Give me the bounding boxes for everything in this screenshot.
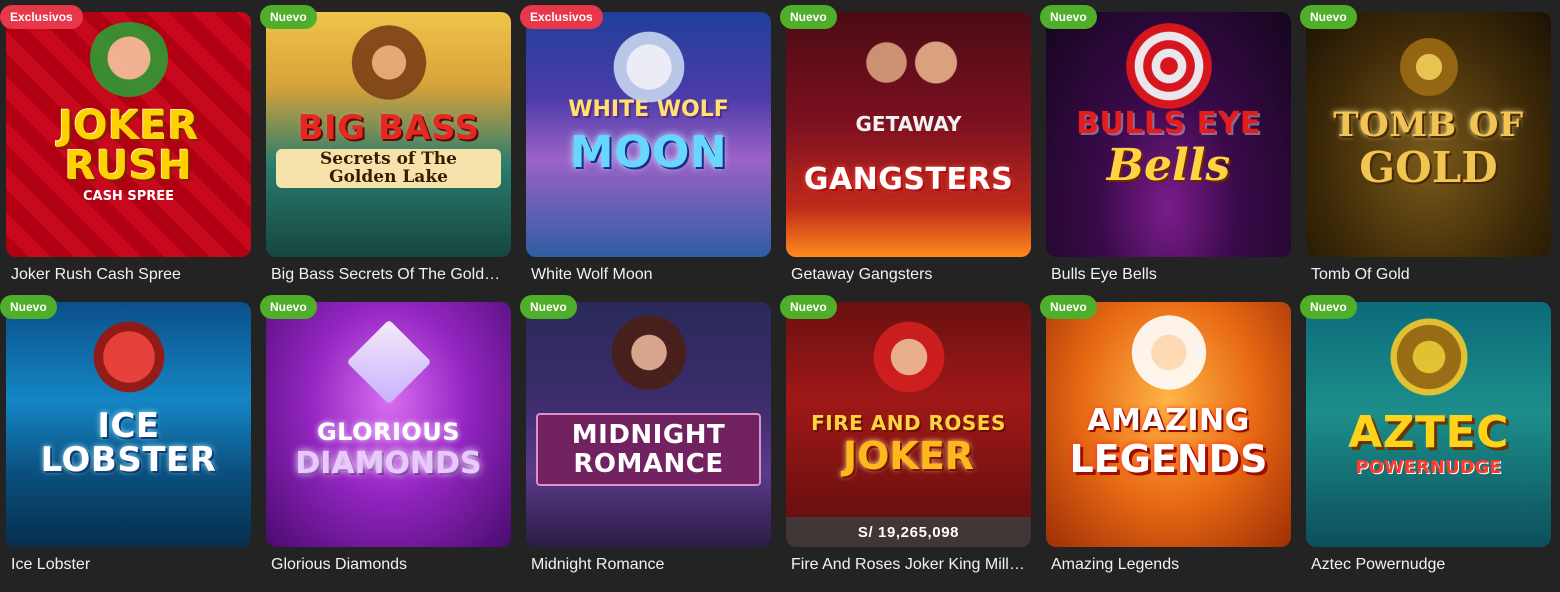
game-logo-text: AZTEC: [1348, 407, 1509, 459]
game-card-amazing-legends[interactable]: Nuevo AMAZING LEGENDS Amazing Legends: [1040, 295, 1291, 592]
game-card-glorious-diamonds[interactable]: Nuevo GLORIOUS DIAMONDS Glorious Diamond…: [260, 295, 511, 592]
fisherman-king-icon: [343, 22, 434, 112]
game-card-big-bass-secrets[interactable]: Nuevo BIG BASS Secrets of The Golden Lak…: [260, 5, 511, 302]
game-artwork: AMAZING LEGENDS: [1046, 302, 1291, 547]
game-card-bulls-eye-bells[interactable]: Nuevo BULLS EYE Bells Bulls Eye Bells: [1040, 5, 1291, 302]
game-logo-subtext: POWERNUDGE: [1355, 457, 1502, 479]
game-artwork: GLORIOUS DIAMONDS: [266, 302, 511, 547]
game-logo-subtext: Secrets of The Golden Lake: [276, 148, 501, 189]
exclusive-badge: Exclusivos: [520, 5, 603, 29]
game-artwork: BIG BASS Secrets of The Golden Lake: [266, 12, 511, 257]
game-title[interactable]: Amazing Legends: [1046, 556, 1286, 574]
game-thumbnail[interactable]: GANGSTERS GETAWAY: [786, 12, 1031, 257]
game-title[interactable]: Ice Lobster: [6, 556, 246, 574]
lobster-icon: [83, 312, 174, 402]
game-logo-subtext: Bells: [1106, 140, 1231, 192]
game-title[interactable]: Getaway Gangsters: [786, 266, 1026, 284]
game-thumbnail[interactable]: BIG BASS Secrets of The Golden Lake: [266, 12, 511, 257]
game-card-midnight-romance[interactable]: Nuevo MIDNIGHT ROMANCE Midnight Romance: [520, 295, 771, 592]
exclusive-badge: Exclusivos: [0, 5, 83, 29]
new-badge: Nuevo: [780, 295, 837, 319]
jester-figure-icon: [83, 22, 174, 112]
target-icon: [1118, 16, 1219, 116]
game-title[interactable]: Glorious Diamonds: [266, 556, 506, 574]
game-title[interactable]: Tomb Of Gold: [1306, 266, 1546, 284]
wolf-icon: [603, 22, 694, 112]
game-thumbnail[interactable]: GLORIOUS DIAMONDS: [266, 302, 511, 547]
game-artwork: AZTEC POWERNUDGE: [1306, 302, 1551, 547]
game-logo-subtext: GOLD: [1359, 143, 1498, 193]
game-logo-text: TOMB OF: [1333, 105, 1524, 146]
new-badge: Nuevo: [780, 5, 837, 29]
game-logo-text: MOON: [569, 127, 728, 179]
game-logo-text: JOKER RUSH: [58, 102, 199, 189]
game-logo-subtext: LEGENDS: [1069, 436, 1268, 481]
game-artwork: ICE LOBSTER: [6, 302, 251, 547]
game-logo-subtext: CASH SPREE: [82, 188, 175, 204]
game-card-getaway-gangsters[interactable]: Nuevo GANGSTERS GETAWAY Getaway Gangster…: [780, 5, 1031, 302]
game-logo-text: FIRE AND ROSES: [811, 410, 1006, 435]
game-thumbnail[interactable]: MOON WHITE WOLF: [526, 12, 771, 257]
game-logo-text: MIDNIGHT ROMANCE: [536, 412, 761, 487]
game-card-aztec-powernudge[interactable]: Nuevo AZTEC POWERNUDGE Aztec Powernudge: [1300, 295, 1551, 592]
game-card-white-wolf-moon[interactable]: Exclusivos MOON WHITE WOLF White Wolf Mo…: [520, 5, 771, 302]
new-badge: Nuevo: [1040, 295, 1097, 319]
new-badge: Nuevo: [260, 5, 317, 29]
game-logo-subtext: DIAMONDS: [295, 445, 482, 481]
game-thumbnail[interactable]: MIDNIGHT ROMANCE: [526, 302, 771, 547]
game-title[interactable]: White Wolf Moon: [526, 266, 766, 284]
game-artwork: GANGSTERS GETAWAY: [786, 12, 1031, 257]
game-card-fire-and-roses-joker[interactable]: Nuevo FIRE AND ROSES JOKER S/ 19,265,098…: [780, 295, 1031, 592]
game-thumbnail[interactable]: AMAZING LEGENDS: [1046, 302, 1291, 547]
game-artwork: TOMB OF GOLD: [1306, 12, 1551, 257]
game-card-joker-rush-cash-spree[interactable]: Exclusivos JOKER RUSH CASH SPREE Joker R…: [0, 5, 251, 302]
jester-queen-icon: [863, 312, 954, 402]
game-title[interactable]: Big Bass Secrets Of The Golden Lake: [266, 266, 506, 284]
gangster-couple-icon: [833, 22, 984, 112]
game-grid: Exclusivos JOKER RUSH CASH SPREE Joker R…: [0, 5, 1551, 592]
woman-portrait-icon: [603, 312, 694, 402]
game-thumbnail[interactable]: JOKER RUSH CASH SPREE: [6, 12, 251, 257]
game-title[interactable]: Bulls Eye Bells: [1046, 266, 1286, 284]
new-badge: Nuevo: [520, 295, 577, 319]
game-logo-text: BULLS EYE: [1076, 106, 1261, 142]
game-artwork: MOON WHITE WOLF: [526, 12, 771, 257]
game-title[interactable]: Midnight Romance: [526, 556, 766, 574]
aztec-mask-icon: [1383, 312, 1474, 402]
cobra-emblem-icon: [1383, 22, 1474, 112]
game-thumbnail[interactable]: BULLS EYE Bells: [1046, 12, 1291, 257]
game-logo-subtext: JOKER: [842, 433, 975, 478]
game-logo-text: ICE LOBSTER: [40, 405, 217, 480]
diamond-icon: [346, 319, 431, 405]
new-badge: Nuevo: [1300, 5, 1357, 29]
game-thumbnail[interactable]: FIRE AND ROSES JOKER S/ 19,265,098: [786, 302, 1031, 547]
game-thumbnail[interactable]: TOMB OF GOLD: [1306, 12, 1551, 257]
game-logo-text: GLORIOUS: [316, 417, 461, 446]
game-thumbnail[interactable]: ICE LOBSTER: [6, 302, 251, 547]
game-title[interactable]: Joker Rush Cash Spree: [6, 266, 246, 284]
new-badge: Nuevo: [1040, 5, 1097, 29]
game-artwork: JOKER RUSH CASH SPREE: [6, 12, 251, 257]
new-badge: Nuevo: [260, 295, 317, 319]
game-card-tomb-of-gold[interactable]: Nuevo TOMB OF GOLD Tomb Of Gold: [1300, 5, 1551, 302]
game-thumbnail[interactable]: AZTEC POWERNUDGE: [1306, 302, 1551, 547]
game-artwork: BULLS EYE Bells: [1046, 12, 1291, 257]
game-artwork: FIRE AND ROSES JOKER: [786, 302, 1031, 547]
new-badge: Nuevo: [0, 295, 57, 319]
game-logo-text: GANGSTERS: [803, 162, 1014, 197]
new-badge: Nuevo: [1300, 295, 1357, 319]
jackpot-amount: S/ 19,265,098: [786, 517, 1031, 547]
game-title[interactable]: Aztec Powernudge: [1306, 556, 1546, 574]
game-title[interactable]: Fire And Roses Joker King Millions: [786, 556, 1026, 574]
game-logo-subtext: GETAWAY: [855, 112, 962, 136]
zeus-icon: [1123, 312, 1214, 402]
game-logo-text: BIG BASS: [297, 107, 480, 148]
game-artwork: MIDNIGHT ROMANCE: [526, 302, 771, 547]
game-card-ice-lobster[interactable]: Nuevo ICE LOBSTER Ice Lobster: [0, 295, 251, 592]
game-logo-text: AMAZING: [1087, 402, 1250, 438]
